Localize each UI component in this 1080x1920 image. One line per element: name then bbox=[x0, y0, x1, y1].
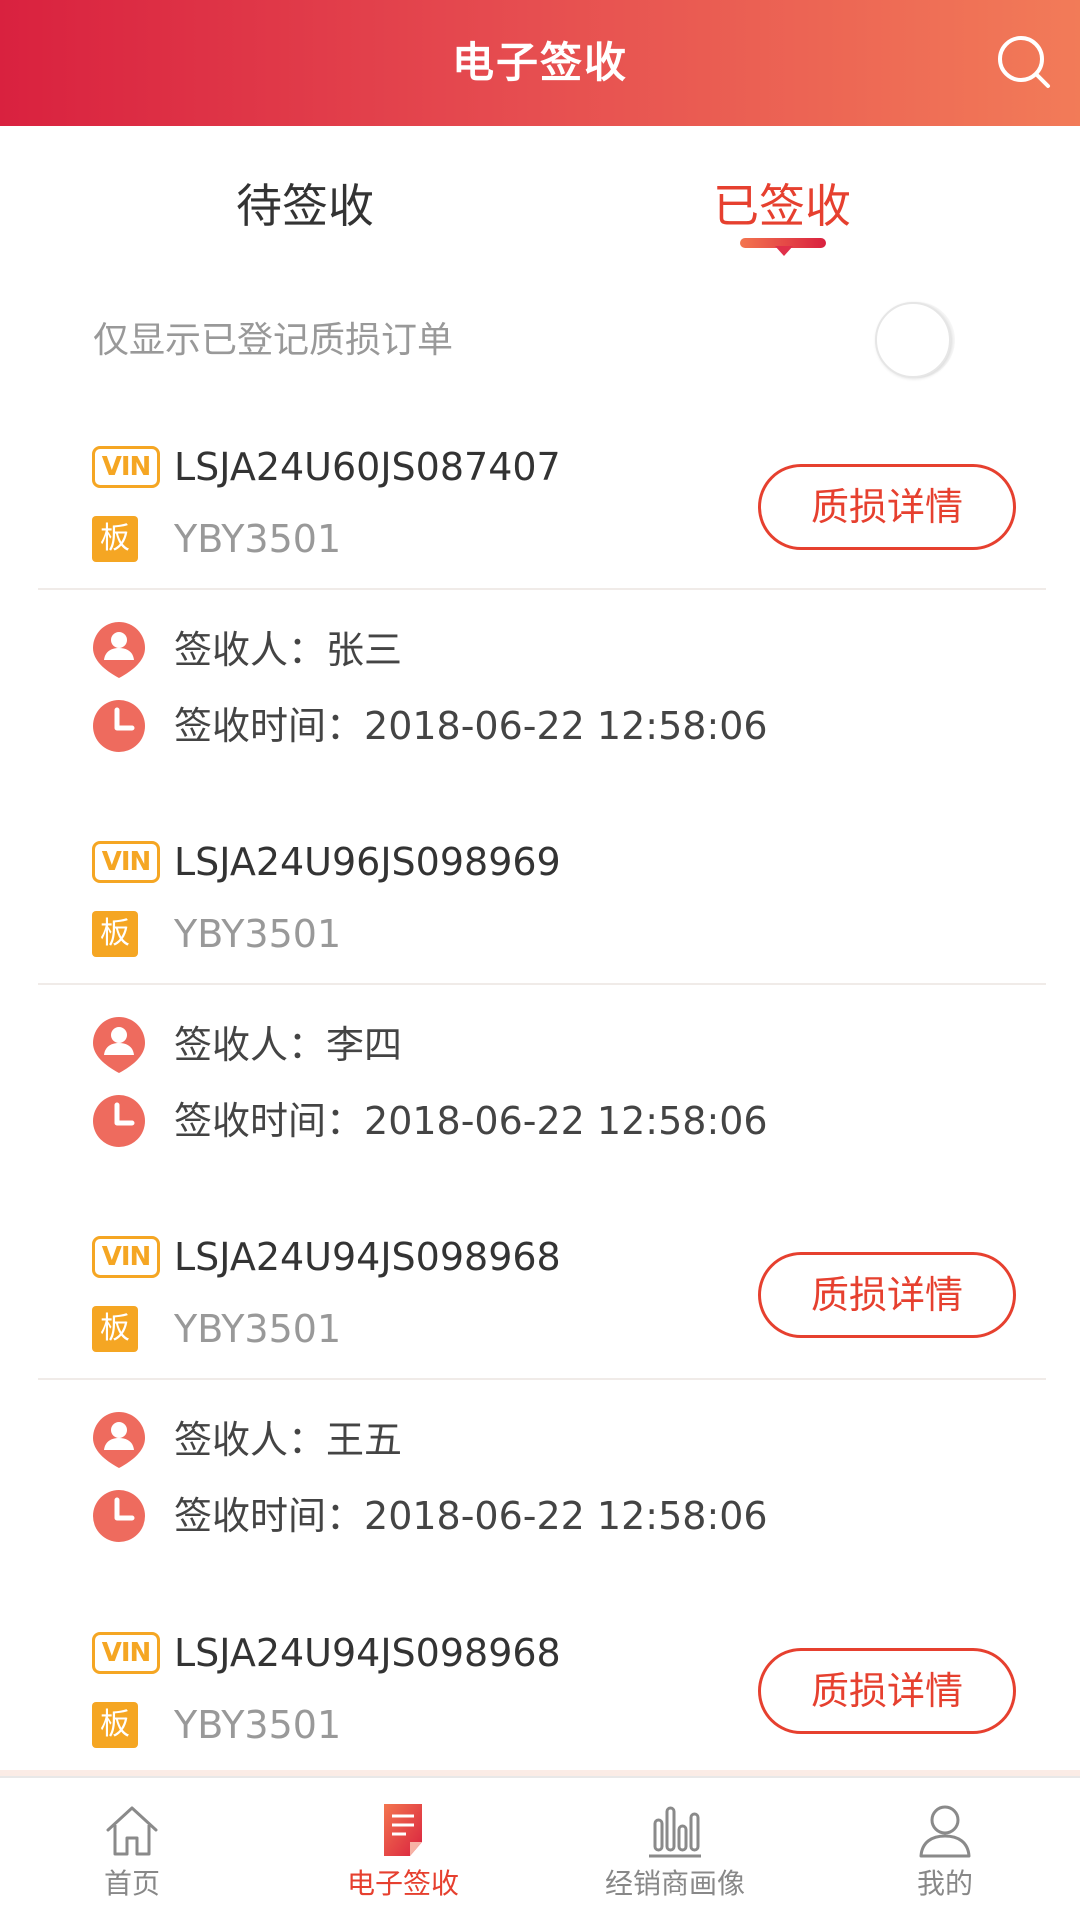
home-icon bbox=[106, 1806, 158, 1856]
receiver-name: 李四 bbox=[326, 1023, 403, 1067]
plate-number: YBY3501 bbox=[174, 1307, 342, 1351]
search-icon bbox=[998, 36, 1050, 88]
tab-bar: 待签收 已签收 bbox=[0, 126, 1080, 266]
nav-label-e-sign: 电子签收 bbox=[346, 1867, 459, 1900]
tab-pending[interactable]: 待签收 bbox=[236, 176, 374, 236]
receiver-row: 签收人：李四 bbox=[92, 1015, 992, 1075]
sign-time-value: 2018-06-22 12:58:06 bbox=[364, 1099, 768, 1143]
sign-time-label: 签收时间： bbox=[174, 1494, 365, 1538]
person-pin-icon bbox=[93, 1017, 145, 1073]
receiver-label: 签收人： bbox=[174, 628, 327, 672]
clock-icon bbox=[93, 700, 145, 752]
sign-time-text: 签收时间：2018-06-22 12:58:06 bbox=[174, 1093, 768, 1149]
divider bbox=[38, 983, 1046, 985]
nav-label-me: 我的 bbox=[916, 1867, 973, 1900]
damage-filter-row: 仅显示已登记质损订单 bbox=[0, 290, 1080, 390]
receiver-row: 签收人：王五 bbox=[92, 1410, 992, 1470]
plate-number: YBY3501 bbox=[174, 517, 342, 561]
plate-badge: 板 bbox=[92, 516, 138, 562]
nav-label-dealer-profile: 经销商画像 bbox=[604, 1867, 745, 1900]
sign-time-text: 签收时间：2018-06-22 12:58:06 bbox=[174, 1488, 768, 1544]
tab-signed[interactable]: 已签收 bbox=[713, 176, 851, 236]
toggle-knob bbox=[875, 302, 951, 378]
receiver-name: 张三 bbox=[326, 628, 403, 672]
search-button[interactable] bbox=[992, 30, 1058, 96]
user-icon bbox=[919, 1805, 971, 1858]
receiver-name: 王五 bbox=[326, 1418, 403, 1462]
divider bbox=[38, 1378, 1046, 1380]
vin-badge: VIN bbox=[92, 1236, 160, 1278]
nav-item-me[interactable]: 我的 bbox=[845, 1778, 1045, 1920]
bar-chart-icon bbox=[649, 1806, 701, 1858]
vin-badge: VIN bbox=[92, 841, 160, 883]
damage-filter-toggle[interactable] bbox=[875, 302, 955, 378]
order-card: VIN LSJA24U96JS098969 板 YBY3501 签收人：李四 签… bbox=[0, 835, 1080, 1215]
vin-badge: VIN bbox=[92, 446, 160, 488]
damage-detail-button[interactable]: 质损详情 bbox=[758, 1252, 1016, 1338]
bottom-nav: 首页 电子签收 经销商画像 我的 bbox=[0, 1776, 1080, 1920]
order-card: VIN LSJA24U94JS098968 板 YBY3501 质损详情 bbox=[0, 1626, 1080, 1770]
vin-number: LSJA24U94JS098968 bbox=[174, 1631, 561, 1675]
receiver-text: 签收人：李四 bbox=[174, 1017, 402, 1073]
clock-icon bbox=[93, 1095, 145, 1147]
vin-badge: VIN bbox=[92, 1632, 160, 1674]
damage-detail-button[interactable]: 质损详情 bbox=[758, 464, 1016, 550]
receiver-row: 签收人：张三 bbox=[92, 620, 992, 680]
nav-label-home: 首页 bbox=[103, 1867, 160, 1900]
nav-item-home[interactable]: 首页 bbox=[32, 1778, 232, 1920]
receiver-label: 签收人： bbox=[174, 1023, 327, 1067]
vin-number: LSJA24U94JS098968 bbox=[174, 1235, 561, 1279]
order-card: VIN LSJA24U94JS098968 板 YBY3501 质损详情 签收人… bbox=[0, 1230, 1080, 1610]
receiver-text: 签收人：王五 bbox=[174, 1412, 402, 1468]
plate-badge: 板 bbox=[92, 911, 138, 957]
vin-number: LSJA24U60JS087407 bbox=[174, 445, 561, 489]
sign-time-value: 2018-06-22 12:58:06 bbox=[364, 1494, 768, 1538]
sign-time-text: 签收时间：2018-06-22 12:58:06 bbox=[174, 698, 768, 754]
plate-number: YBY3501 bbox=[174, 1703, 342, 1747]
document-icon bbox=[384, 1804, 422, 1856]
person-pin-icon bbox=[93, 622, 145, 678]
sign-time-row: 签收时间：2018-06-22 12:58:06 bbox=[92, 1091, 992, 1151]
receiver-label: 签收人： bbox=[174, 1418, 327, 1462]
sign-time-row: 签收时间：2018-06-22 12:58:06 bbox=[92, 1486, 992, 1546]
sign-time-value: 2018-06-22 12:58:06 bbox=[364, 704, 768, 748]
plate-badge: 板 bbox=[92, 1702, 138, 1748]
clock-icon bbox=[93, 1490, 145, 1542]
divider bbox=[38, 588, 1046, 590]
vin-number: LSJA24U96JS098969 bbox=[174, 840, 561, 884]
sign-time-label: 签收时间： bbox=[174, 1099, 365, 1143]
app-header: 电子签收 bbox=[0, 0, 1080, 126]
damage-filter-label: 仅显示已登记质损订单 bbox=[93, 320, 454, 361]
sign-time-label: 签收时间： bbox=[174, 704, 365, 748]
plate-badge: 板 bbox=[92, 1306, 138, 1352]
page-title: 电子签收 bbox=[451, 38, 628, 87]
nav-item-dealer-profile[interactable]: 经销商画像 bbox=[575, 1778, 775, 1920]
plate-number: YBY3501 bbox=[174, 912, 342, 956]
damage-detail-button[interactable]: 质损详情 bbox=[758, 1648, 1016, 1734]
person-pin-icon bbox=[93, 1412, 145, 1468]
nav-item-e-sign[interactable]: 电子签收 bbox=[303, 1778, 503, 1920]
order-card: VIN LSJA24U60JS087407 板 YBY3501 质损详情 签收人… bbox=[0, 440, 1080, 820]
active-tab-arrow bbox=[775, 246, 793, 256]
receiver-text: 签收人：张三 bbox=[174, 622, 402, 678]
sign-time-row: 签收时间：2018-06-22 12:58:06 bbox=[92, 696, 992, 756]
